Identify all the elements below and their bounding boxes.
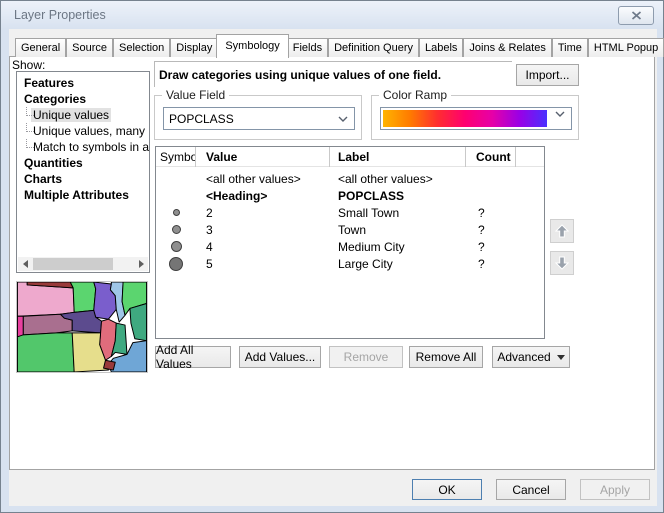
circle-symbol-small-icon [173, 209, 180, 216]
table-row-heading[interactable]: <Heading> POPCLASS [156, 187, 544, 204]
circle-symbol-medium-icon [172, 225, 181, 234]
value-field-label: Value Field [162, 88, 229, 102]
map-thumbnail [17, 282, 147, 372]
table-header: Symbol Value Label Count [156, 147, 544, 167]
chevron-down-icon [549, 111, 571, 117]
tree-item-charts[interactable]: Charts [17, 171, 149, 187]
tab-source[interactable]: Source [66, 38, 113, 57]
tab-strip: General Source Selection Display Symbolo… [15, 33, 664, 57]
symbology-tab-page: Show: Features Categories Unique values … [9, 56, 655, 470]
import-button[interactable]: Import... [516, 64, 579, 86]
advanced-button[interactable]: Advanced [492, 346, 570, 368]
move-up-button[interactable] [550, 219, 574, 243]
tree-item-quantities[interactable]: Quantities [17, 155, 149, 171]
tree-item-features[interactable]: Features [17, 75, 149, 91]
column-header-count[interactable]: Count [466, 147, 516, 167]
color-ramp-group: Color Ramp [371, 95, 579, 140]
tree-horizontal-scrollbar[interactable] [18, 257, 148, 271]
window-title: Layer Properties [14, 8, 106, 22]
show-label: Show: [12, 58, 45, 72]
tree-item-unique-values[interactable]: Unique values [17, 107, 149, 123]
color-ramp-label: Color Ramp [379, 88, 451, 102]
column-header-value[interactable]: Value [196, 147, 330, 167]
tab-labels[interactable]: Labels [419, 38, 463, 57]
close-button[interactable] [618, 6, 654, 25]
value-field-dropdown[interactable]: POPCLASS [163, 107, 355, 130]
arrow-up-icon [555, 224, 569, 238]
apply-button[interactable]: Apply [580, 479, 650, 500]
tab-joins-relates[interactable]: Joins & Relates [463, 38, 551, 57]
add-all-values-button[interactable]: Add All Values [155, 346, 231, 368]
tab-html-popup[interactable]: HTML Popup [588, 38, 664, 57]
tree-item-categories[interactable]: Categories [17, 91, 149, 107]
tab-symbology[interactable]: Symbology [216, 34, 288, 58]
scrollbar-thumb[interactable] [33, 258, 113, 270]
chevron-down-icon [332, 116, 354, 122]
remove-button[interactable]: Remove [329, 346, 403, 368]
add-values-button[interactable]: Add Values... [239, 346, 321, 368]
move-down-button[interactable] [550, 251, 574, 275]
tab-display[interactable]: Display [170, 38, 218, 57]
arrow-down-icon [555, 256, 569, 270]
method-description: Draw categories using unique values of o… [154, 61, 512, 87]
value-field-group: Value Field POPCLASS [154, 95, 362, 140]
tab-general[interactable]: General [15, 38, 66, 57]
tab-fields[interactable]: Fields [287, 38, 328, 57]
tab-selection[interactable]: Selection [113, 38, 170, 57]
value-field-value: POPCLASS [164, 112, 332, 126]
tree-item-match-to-symbols[interactable]: Match to symbols in a [17, 139, 149, 155]
tree-item-multiple-attributes[interactable]: Multiple Attributes [17, 187, 149, 203]
table-row-medium-city[interactable]: 4 Medium City ? [156, 238, 544, 255]
color-ramp-gradient [383, 110, 547, 127]
scroll-right-icon[interactable] [134, 257, 148, 271]
column-header-symbol[interactable]: Symbol [156, 147, 196, 167]
table-row-all-other-values[interactable]: <all other values> <all other values> [156, 170, 544, 187]
unique-values-table: Symbol Value Label Count <all other valu… [155, 146, 545, 339]
show-tree-panel: Features Categories Unique values Unique… [16, 71, 150, 273]
tab-time[interactable]: Time [552, 38, 588, 57]
tree-item-unique-values-many[interactable]: Unique values, many [17, 123, 149, 139]
remove-all-button[interactable]: Remove All [409, 346, 483, 368]
circle-symbol-large-icon [171, 241, 182, 252]
column-header-label[interactable]: Label [330, 147, 466, 167]
advanced-button-label: Advanced [497, 350, 550, 364]
tab-definition-query[interactable]: Definition Query [328, 38, 419, 57]
caret-down-icon [557, 355, 565, 360]
scroll-left-icon[interactable] [18, 257, 32, 271]
symbology-map-preview [16, 281, 148, 373]
table-row-town[interactable]: 3 Town ? [156, 221, 544, 238]
title-bar[interactable]: Layer Properties [1, 1, 663, 29]
layer-properties-dialog: Layer Properties General Source Selectio… [0, 0, 664, 513]
cancel-button[interactable]: Cancel [496, 479, 566, 500]
table-row-small-town[interactable]: 2 Small Town ? [156, 204, 544, 221]
dialog-content: General Source Selection Display Symbolo… [9, 29, 657, 506]
ok-button[interactable]: OK [412, 479, 482, 500]
table-row-large-city[interactable]: 5 Large City ? [156, 255, 544, 272]
close-icon [631, 11, 642, 20]
color-ramp-dropdown[interactable] [380, 107, 572, 130]
circle-symbol-xlarge-icon [169, 257, 183, 271]
